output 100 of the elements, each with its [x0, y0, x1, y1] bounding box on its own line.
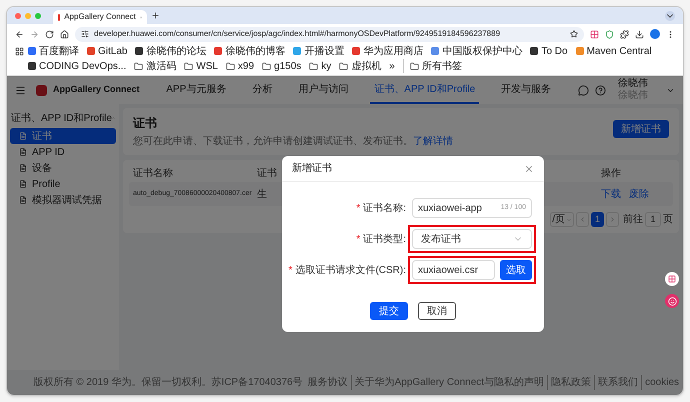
sidebar-group[interactable]: 证书、APP ID和Profile [7, 108, 119, 128]
help-icon[interactable] [595, 84, 606, 96]
bookmark-item[interactable]: WSL [184, 59, 218, 73]
column-header: 证书 [257, 166, 278, 180]
chevron-right-icon [609, 216, 616, 223]
reload-icon[interactable] [45, 30, 54, 38]
field-label: 证书类型: [363, 232, 406, 246]
document-icon [19, 164, 27, 172]
bookmark-star-icon[interactable] [570, 30, 578, 38]
dialog-button[interactable]: 提交 [370, 302, 408, 320]
choose-file-button[interactable]: 选取 [500, 260, 532, 280]
back-icon[interactable] [15, 30, 24, 38]
nav-tab[interactable]: 分析 [248, 76, 276, 104]
footer-link[interactable]: 服务协议 [308, 375, 348, 390]
bookmark-label: 徐晓伟的论坛 [146, 44, 206, 58]
footer-link[interactable]: 联系我们 [594, 375, 638, 390]
bookmark-item[interactable]: 徐晓伟的博客 [214, 44, 286, 58]
bookmark-label: 激活码 [146, 60, 176, 74]
site-favicon-icon [293, 47, 302, 55]
bookmark-item[interactable]: ky [309, 59, 332, 73]
download-icon[interactable] [635, 30, 644, 38]
footer-link[interactable]: 关于华为AppGallery Connect与隐私的声明 [350, 375, 544, 390]
bookmark-item[interactable]: x99 [226, 59, 254, 73]
close-icon[interactable] [524, 164, 534, 174]
bookmark-item[interactable]: To Do [530, 44, 568, 58]
site-favicon-icon [530, 47, 538, 55]
nav-tab[interactable]: 用户与访问 [294, 76, 352, 104]
address-bar[interactable]: developer.huawei.com/consumer/cn/service/josp/agc/index.html#/harmonyOSDevPlatform/9249519184596237889 [75, 26, 584, 42]
action-link[interactable]: 下载 [601, 186, 621, 202]
column-header: 操作 [601, 166, 622, 180]
action-link[interactable]: 废除 [629, 186, 649, 202]
forward-icon[interactable] [30, 30, 39, 38]
message-icon[interactable] [578, 84, 589, 96]
menu-icon[interactable] [15, 84, 26, 96]
sidebar-item[interactable]: APP ID [10, 144, 116, 160]
sidebar-item[interactable]: Profile [10, 176, 116, 192]
floating-grid-icon[interactable] [665, 272, 679, 286]
sidebar-item[interactable]: 设备 [10, 160, 116, 176]
page-size-select[interactable]: /页 [550, 212, 574, 227]
sidebar-item[interactable]: 模拟器调试凭据 [10, 192, 116, 208]
extensions-icon[interactable] [620, 30, 629, 38]
bookmark-item[interactable]: g150s [262, 59, 302, 73]
site-favicon-icon [431, 47, 440, 55]
bookmark-item[interactable]: GitLab [87, 44, 128, 58]
profile-avatar-icon[interactable] [650, 29, 660, 39]
required-marker: * [356, 232, 360, 246]
browser-tab[interactable]: AppGallery Connect [53, 10, 147, 24]
tab-list-icon[interactable] [665, 10, 675, 20]
footer-link[interactable]: cookies [641, 375, 679, 390]
document-icon [19, 148, 27, 156]
bookmark-label: GitLab [98, 44, 128, 58]
nav-tab[interactable]: APP与元服务 [162, 76, 230, 104]
folder-icon [339, 62, 348, 70]
extension-icon[interactable] [590, 30, 599, 38]
floating-smile-icon[interactable] [665, 294, 679, 308]
type-select[interactable]: 发布证书 [412, 229, 532, 249]
new-certificate-button[interactable]: 新增证书 [613, 120, 669, 138]
site-favicon-icon [352, 47, 360, 55]
bookmark-label: ky [321, 60, 332, 74]
bookmark-item[interactable]: 中国版权保护中心 [431, 44, 522, 58]
bookmark-item[interactable]: 百度翻译 [28, 44, 79, 58]
site-settings-icon[interactable] [81, 30, 89, 38]
nav-tab[interactable]: 开发与服务 [497, 76, 556, 104]
close-window-icon[interactable] [15, 12, 21, 18]
bookmark-item[interactable]: 激活码 [134, 59, 176, 73]
logo-icon [36, 84, 47, 96]
bookmark-label: 华为应用商店 [363, 44, 424, 58]
bookmark-item[interactable]: 华为应用商店 [352, 44, 424, 58]
field-label: 证书名称: [363, 202, 406, 216]
bookmark-item[interactable]: Maven Central [576, 44, 652, 58]
dialog-button[interactable]: 取消 [418, 302, 456, 320]
bookmark-label: 开播设置 [304, 44, 344, 58]
page-number[interactable]: 1 [591, 212, 604, 227]
learn-more-link[interactable]: 了解详情 [413, 134, 453, 149]
page-description: 您可在此申请、下载证书，允许申请创建调试证书、发布证书。 [133, 134, 413, 149]
folder-icon [262, 62, 272, 70]
page-title: 证书 [133, 115, 158, 132]
apps-icon[interactable] [15, 47, 24, 56]
page-input[interactable]: 1 [645, 212, 661, 227]
bookmark-item[interactable]: CODING DevOps... [28, 59, 126, 73]
bookmark-label: CODING DevOps... [39, 60, 126, 74]
sidebar-item[interactable]: 证书 [10, 128, 116, 144]
file-field[interactable]: xuxiaowei.csr [412, 260, 495, 280]
bookmark-item[interactable]: 开播设置 [293, 44, 344, 58]
folder-icon [309, 62, 318, 70]
site-favicon-icon [576, 47, 584, 55]
nav-tab[interactable]: 证书、APP ID和Profile [370, 76, 480, 104]
all-bookmarks-item[interactable]: 所有书签 [402, 59, 462, 73]
bookmark-label: Maven Central [586, 44, 652, 58]
document-icon [19, 196, 27, 204]
more-bookmarks-button[interactable]: » [389, 59, 395, 73]
footer-link[interactable]: 隐私政策 [547, 375, 592, 390]
shield-icon[interactable] [605, 30, 614, 38]
home-icon[interactable] [60, 30, 69, 38]
field-label: 选取证书请求文件(CSR): [295, 264, 406, 278]
new-tab-icon[interactable] [151, 11, 160, 20]
bookmark-item[interactable]: 徐晓伟的论坛 [135, 44, 206, 58]
user-name: 徐晓伟 [618, 79, 648, 89]
bookmark-item[interactable]: 虚拟机 [339, 59, 382, 73]
bookmark-label: WSL [196, 60, 218, 74]
